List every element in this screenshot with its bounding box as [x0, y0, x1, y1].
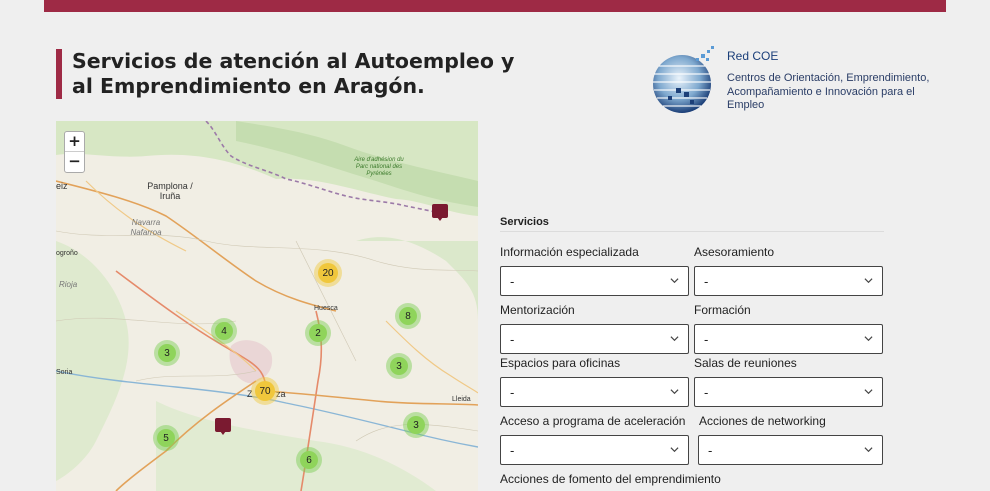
- chevron-down-icon: [670, 389, 679, 395]
- select-value: -: [510, 443, 515, 458]
- cluster-count: 2: [309, 324, 327, 342]
- filter-label: Espacios para oficinas: [500, 356, 621, 370]
- map-label-pamplona: Pamplona / Iruña: [147, 181, 193, 201]
- chevron-down-icon: [670, 336, 679, 342]
- map-label-lleida: Lleida: [452, 396, 471, 403]
- chevron-down-icon: [864, 389, 873, 395]
- chevron-down-icon: [670, 278, 679, 284]
- filter-label: Mentorización: [500, 303, 575, 317]
- map-cluster[interactable]: 8: [395, 303, 421, 329]
- chevron-down-icon: [864, 447, 873, 453]
- logo-subtitle: Centros de Orientación, Emprendimiento, …: [727, 72, 930, 111]
- filter-label: Acciones de fomento del emprendimiento: [500, 472, 721, 486]
- map-cluster[interactable]: 2: [305, 320, 331, 346]
- cluster-count: 3: [158, 344, 176, 362]
- select-value: -: [510, 274, 515, 289]
- cluster-count: 8: [399, 307, 417, 325]
- map-label-soria: Soria: [56, 369, 73, 376]
- map-cluster[interactable]: 4: [211, 318, 237, 344]
- map-cluster[interactable]: 3: [386, 353, 412, 379]
- cluster-count: 3: [407, 416, 425, 434]
- map-cluster[interactable]: 70: [251, 377, 279, 405]
- map-marker-icon[interactable]: [432, 204, 448, 221]
- zoom-control: + −: [64, 131, 85, 173]
- services-section-title: Servicios: [500, 216, 549, 228]
- select-value: -: [704, 332, 709, 347]
- aceleracion-select[interactable]: -: [500, 435, 689, 465]
- chevron-down-icon: [670, 447, 679, 453]
- cluster-count: 20: [318, 263, 338, 283]
- map-label-eiz: eiz: [56, 181, 68, 191]
- informacion-especializada-select[interactable]: -: [500, 266, 689, 296]
- networking-select[interactable]: -: [698, 435, 883, 465]
- cluster-count: 5: [157, 429, 175, 447]
- espacios-oficinas-select[interactable]: -: [500, 377, 689, 407]
- top-banner: [44, 0, 946, 12]
- section-divider: [500, 231, 884, 232]
- logo-brand: Red COE: [727, 49, 779, 63]
- map-cluster[interactable]: 3: [154, 340, 180, 366]
- zoom-out-button[interactable]: −: [65, 152, 84, 172]
- map-label-rioja: Rioja: [59, 280, 78, 289]
- map[interactable]: + − eiz Pamplona / Iruña Navarra Nafarro…: [56, 121, 478, 491]
- cluster-count: 70: [255, 381, 275, 401]
- globe-logo-icon: [653, 46, 714, 113]
- filter-label: Formación: [694, 303, 751, 317]
- page-title: Servicios de atención al Autoempleo y al…: [72, 49, 515, 98]
- asesoramiento-select[interactable]: -: [694, 266, 883, 296]
- filter-label: Asesoramiento: [694, 245, 775, 259]
- chevron-down-icon: [864, 336, 873, 342]
- title-block: Servicios de atención al Autoempleo y al…: [56, 49, 542, 99]
- map-label-huesca: Huesca: [314, 305, 338, 312]
- select-value: -: [704, 385, 709, 400]
- page: Servicios de atención al Autoempleo y al…: [0, 0, 990, 491]
- map-cluster[interactable]: 6: [296, 447, 322, 473]
- filter-label: Información especializada: [500, 245, 639, 259]
- zoom-in-button[interactable]: +: [65, 132, 84, 152]
- map-label-logrono: ogroño: [56, 250, 78, 257]
- filter-label: Salas de reuniones: [694, 356, 797, 370]
- filter-label: Acceso a programa de aceleración: [500, 414, 686, 428]
- cluster-count: 3: [390, 357, 408, 375]
- select-value: -: [704, 274, 709, 289]
- mentorizacion-select[interactable]: -: [500, 324, 689, 354]
- select-value: -: [708, 443, 713, 458]
- select-value: -: [510, 332, 515, 347]
- map-label-navarra: Navarra Nafarroa: [130, 218, 162, 237]
- salas-reuniones-select[interactable]: -: [694, 377, 883, 407]
- chevron-down-icon: [864, 278, 873, 284]
- select-value: -: [510, 385, 515, 400]
- cluster-count: 6: [300, 451, 318, 469]
- red-coe-logo: Red COE Centros de Orientación, Emprendi…: [646, 44, 946, 118]
- map-label-park: Aire d'adhésion du Parc national des Pyr…: [354, 157, 404, 177]
- map-cluster[interactable]: 5: [153, 425, 179, 451]
- cluster-count: 4: [215, 322, 233, 340]
- filter-label: Acciones de networking: [699, 414, 826, 428]
- map-cluster[interactable]: 20: [314, 259, 342, 287]
- map-cluster[interactable]: 3: [403, 412, 429, 438]
- map-marker-icon[interactable]: [215, 418, 231, 435]
- formacion-select[interactable]: -: [694, 324, 883, 354]
